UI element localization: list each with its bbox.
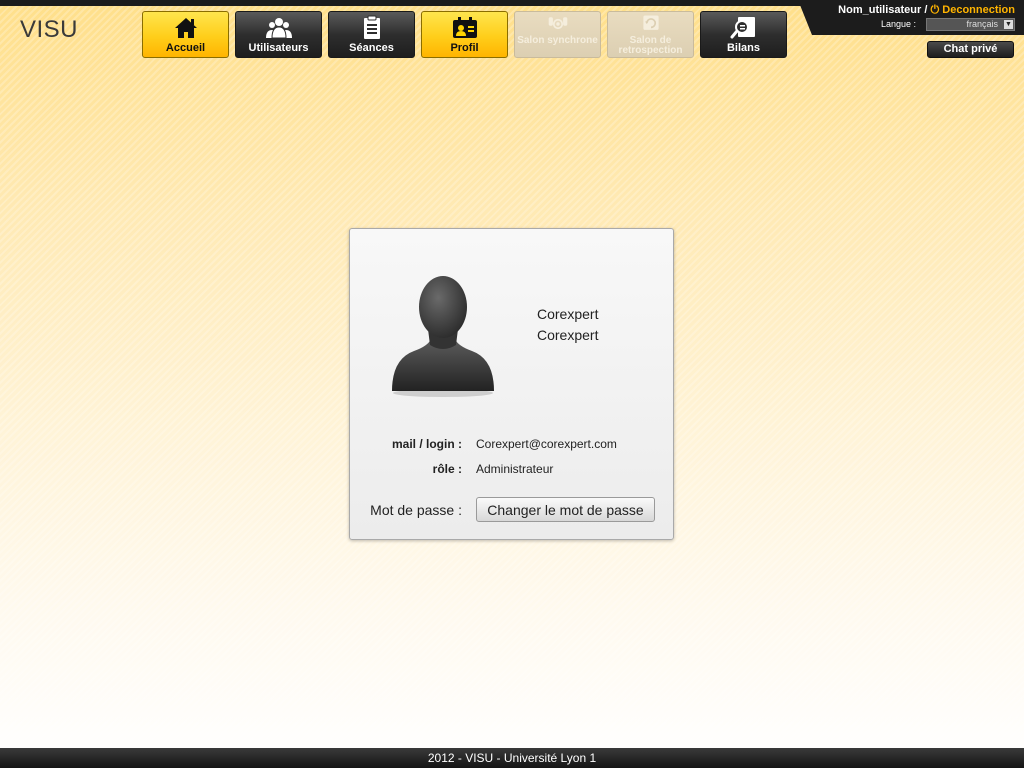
- language-value: français: [966, 19, 998, 29]
- nav-button-seances[interactable]: Séances: [328, 11, 415, 58]
- profile-card: Corexpert Corexpert mail / login : Corex…: [349, 228, 674, 540]
- mail-value: Corexpert@corexpert.com: [476, 437, 617, 451]
- nav-label: Accueil: [165, 42, 206, 54]
- nav-button-accueil[interactable]: Accueil: [142, 11, 229, 58]
- change-password-button[interactable]: Changer le mot de passe: [476, 497, 655, 522]
- chevron-down-icon: ▼: [1004, 20, 1013, 29]
- password-label: Mot de passe :: [370, 502, 462, 518]
- user-separator: /: [924, 4, 928, 16]
- logout-link[interactable]: ⏻ Deconnection: [931, 4, 1016, 16]
- nav-label: Séances: [349, 42, 394, 54]
- user-avatar-icon: [392, 276, 494, 397]
- profile-last-name: Corexpert: [537, 327, 599, 343]
- nav-label: Utilisateurs: [248, 42, 309, 54]
- language-label: Langue :: [881, 19, 917, 29]
- user-bar: Nom_utilisateur / ⏻ Deconnection Langue …: [798, 0, 1024, 35]
- profile-first-name: Corexpert: [537, 306, 599, 322]
- user-line: Nom_utilisateur / ⏻ Deconnection: [838, 4, 1015, 17]
- retrospection-icon: [642, 15, 659, 30]
- app-logo: VISU: [20, 16, 79, 43]
- nav-button-utilisateurs[interactable]: Utilisateurs: [235, 11, 322, 58]
- role-value: Administrateur: [476, 462, 554, 476]
- sync-room-icon: [548, 17, 567, 30]
- nav-label: Profil: [450, 42, 479, 54]
- footer: 2012 - VISU - Université Lyon 1: [0, 748, 1024, 768]
- nav-button-salon-synchrone: Salon synchrone: [514, 11, 601, 58]
- mail-label: mail / login :: [391, 437, 462, 451]
- nav-label: Salon de retrospection: [618, 35, 683, 56]
- nav-label: Salon synchrone: [517, 35, 598, 46]
- private-chat-button[interactable]: Chat privé: [927, 41, 1014, 58]
- nav-label: Bilans: [726, 42, 760, 54]
- nav-button-profil[interactable]: Profil: [421, 11, 508, 58]
- username: Nom_utilisateur: [838, 4, 922, 16]
- power-icon: ⏻: [930, 4, 940, 16]
- language-select[interactable]: français ▼: [926, 18, 1015, 31]
- nav-button-bilans[interactable]: Bilans: [700, 11, 787, 58]
- nav-button-salon-retrospection: Salon de retrospection: [607, 11, 694, 58]
- home-icon: [174, 18, 197, 38]
- logout-label: Deconnection: [942, 4, 1015, 16]
- role-label: rôle :: [432, 462, 462, 476]
- users-icon: [265, 18, 292, 39]
- report-search-icon: [730, 17, 755, 39]
- id-card-icon: [452, 17, 477, 38]
- clipboard-icon: [363, 15, 380, 39]
